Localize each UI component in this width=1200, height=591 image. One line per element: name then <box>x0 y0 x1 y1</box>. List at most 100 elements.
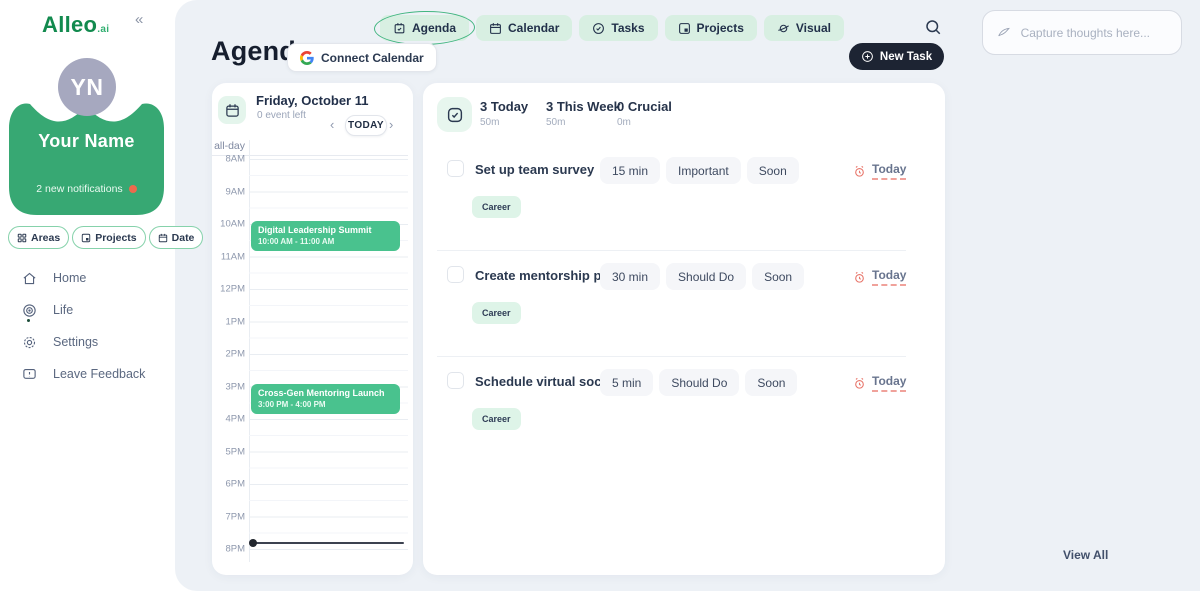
stat-label: 3 Today <box>480 99 528 114</box>
tasks-header-icon <box>437 97 472 132</box>
chip-date[interactable]: Date <box>149 226 204 249</box>
life-active-dot <box>27 319 30 322</box>
stat-sub: 0m <box>617 117 672 128</box>
view-all-link[interactable]: View All <box>1063 548 1108 562</box>
tab-label: Visual <box>796 21 831 35</box>
calendar-icon <box>489 22 502 35</box>
when-pill[interactable]: Soon <box>745 369 797 396</box>
prev-day-icon[interactable]: ‹ <box>330 119 342 131</box>
agenda-icon <box>393 22 406 35</box>
calendar-panel: Friday, October 11 0 event left ‹ TODAY … <box>212 83 413 575</box>
due-label: Today <box>872 268 906 286</box>
life-target-icon <box>22 303 37 318</box>
task-pills: 15 min Important Soon <box>600 157 799 184</box>
hour-label: 10AM <box>212 219 245 230</box>
chip-projects-label: Projects <box>95 232 136 244</box>
current-time-dot[interactable] <box>249 539 257 547</box>
task-pills: 30 min Should Do Soon <box>600 263 804 290</box>
calendar-day-grid[interactable]: 8AM 9AM 10AM 11AM 12PM 1PM 2PM 3PM 4PM 5… <box>212 155 408 561</box>
chip-projects[interactable]: Projects <box>72 226 145 249</box>
today-button[interactable]: TODAY <box>345 115 387 136</box>
hour-label: 6PM <box>212 479 245 490</box>
when-pill[interactable]: Soon <box>747 157 799 184</box>
connect-calendar-label: Connect Calendar <box>321 51 424 65</box>
stat-crucial[interactable]: 0 Crucial 0m <box>617 99 672 128</box>
tab-calendar[interactable]: Calendar <box>476 15 572 41</box>
avatar[interactable]: YN <box>58 58 116 116</box>
new-task-label: New Task <box>880 51 932 63</box>
tab-projects[interactable]: Projects <box>665 15 757 41</box>
app-window: Alleo.ai « YN Your Name 2 new notificati… <box>0 0 1200 591</box>
calendar-date-title: Friday, October 11 <box>256 93 368 108</box>
sidebar-item-home[interactable]: Home <box>22 262 145 294</box>
sidebar-item-leave-feedback[interactable]: Leave Feedback <box>22 358 145 390</box>
sidebar-nav: Home Life Settings Leave Feedback <box>22 262 145 390</box>
task-tag[interactable]: Career <box>472 408 521 430</box>
areas-grid-icon <box>17 233 27 243</box>
hour-label: 12PM <box>212 284 245 295</box>
tab-label: Calendar <box>508 21 559 35</box>
sidebar: Alleo.ai « YN Your Name 2 new notificati… <box>0 0 175 591</box>
search-icon[interactable] <box>924 18 944 38</box>
all-day-label: all-day <box>212 140 245 152</box>
stat-sub: 50m <box>546 117 621 128</box>
connect-calendar-button[interactable]: Connect Calendar <box>287 43 437 72</box>
calendar-event[interactable]: Digital Leadership Summit 10:00 AM - 11:… <box>251 221 400 251</box>
hour-gridlines <box>249 155 408 561</box>
sidebar-item-label: Settings <box>53 335 98 349</box>
alarm-icon <box>853 377 866 390</box>
event-title: Cross-Gen Mentoring Launch <box>258 388 393 398</box>
due-date[interactable]: Today <box>853 268 906 286</box>
priority-pill[interactable]: Should Do <box>659 369 739 396</box>
date-calendar-icon <box>158 233 168 243</box>
plus-circle-icon <box>861 50 874 63</box>
task-tag[interactable]: Career <box>472 196 521 218</box>
tab-agenda[interactable]: Agenda <box>380 15 469 41</box>
stat-today[interactable]: 3 Today 50m <box>480 99 528 128</box>
due-date[interactable]: Today <box>853 374 906 392</box>
duration-pill[interactable]: 5 min <box>600 369 653 396</box>
collapse-sidebar-icon[interactable]: « <box>135 11 143 28</box>
task-divider <box>437 356 906 357</box>
tab-tasks[interactable]: Tasks <box>579 15 657 41</box>
tab-visual[interactable]: Visual <box>764 15 844 41</box>
visual-planet-icon <box>777 22 790 35</box>
duration-pill[interactable]: 30 min <box>600 263 660 290</box>
notifications-label[interactable]: 2 new notifications <box>9 183 164 195</box>
task-checkbox[interactable] <box>447 372 464 389</box>
chip-areas[interactable]: Areas <box>8 226 69 249</box>
priority-pill[interactable]: Important <box>666 157 741 184</box>
due-label: Today <box>872 374 906 392</box>
priority-pill[interactable]: Should Do <box>666 263 746 290</box>
projects-icon <box>81 233 91 243</box>
task-checkbox[interactable] <box>447 160 464 177</box>
chip-date-label: Date <box>172 232 195 244</box>
task-tag[interactable]: Career <box>472 302 521 324</box>
sidebar-item-life[interactable]: Life <box>22 294 145 326</box>
when-pill[interactable]: Soon <box>752 263 804 290</box>
tasks-check-icon <box>592 22 605 35</box>
due-date[interactable]: Today <box>853 162 906 180</box>
feedback-icon <box>22 367 37 382</box>
hour-label: 2PM <box>212 349 245 360</box>
hour-label: 8AM <box>212 155 245 165</box>
stat-this-week[interactable]: 3 This Week 50m <box>546 99 621 128</box>
calendar-header-icon <box>218 96 246 124</box>
stat-label: 3 This Week <box>546 99 621 114</box>
hour-label: 5PM <box>212 446 245 457</box>
new-task-button[interactable]: New Task <box>849 43 944 70</box>
task-title[interactable]: Schedule virtual social <box>475 374 616 389</box>
calendar-event[interactable]: Cross-Gen Mentoring Launch 3:00 PM - 4:0… <box>251 384 400 414</box>
duration-pill[interactable]: 15 min <box>600 157 660 184</box>
due-label: Today <box>872 162 906 180</box>
tasks-panel: 3 Today 50m 3 This Week 50m 0 Crucial 0m… <box>423 83 945 575</box>
google-g-icon <box>300 51 314 65</box>
sidebar-item-settings[interactable]: Settings <box>22 326 145 358</box>
hour-label: 8PM <box>212 544 245 555</box>
capture-thoughts-input[interactable] <box>1019 25 1167 41</box>
stat-sub: 50m <box>480 117 528 128</box>
task-divider <box>437 250 906 251</box>
task-title[interactable]: Set up team survey <box>475 162 594 177</box>
task-checkbox[interactable] <box>447 266 464 283</box>
next-day-icon[interactable]: › <box>389 119 401 131</box>
